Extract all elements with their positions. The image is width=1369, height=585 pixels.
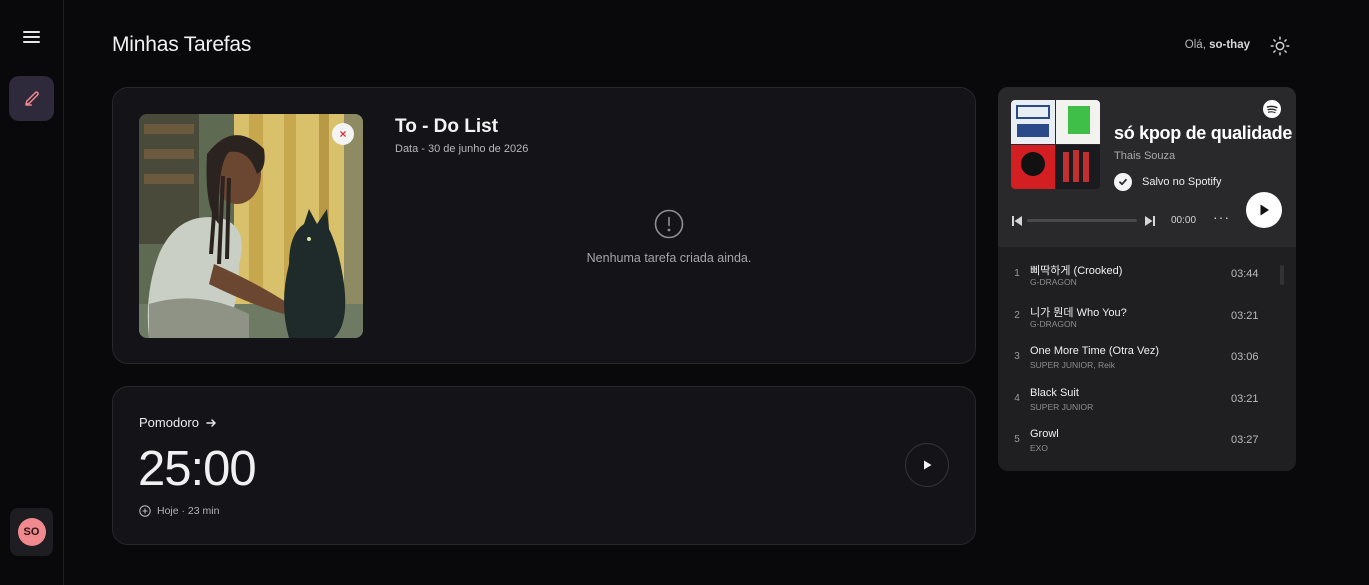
pomodoro-card: Pomodoro 25:00 Hoje · 23 min (112, 386, 976, 545)
track-number: 1 (1014, 268, 1020, 279)
track-artist: G-DRAGON (1030, 318, 1077, 329)
track-row[interactable]: 5 Growl EXO 03:27 (998, 423, 1288, 465)
track-name: 삐딱하게 (Crooked) (1030, 265, 1123, 277)
avatar: SO (17, 518, 46, 546)
spotify-play-button[interactable] (1246, 192, 1282, 228)
empty-state-message: Nenhuma tarefa criada ainda. (586, 251, 752, 265)
sun-icon (1270, 36, 1290, 56)
playlist-cover[interactable] (1011, 100, 1100, 189)
profile-button[interactable]: SO (10, 508, 53, 556)
track-artist: SUPER JUNIOR (1030, 401, 1094, 412)
saved-in-spotify-button[interactable]: Salvo no Spotify (1114, 173, 1222, 191)
track-number: 2 (1014, 309, 1020, 321)
page-title: Minhas Tarefas (112, 33, 252, 56)
todo-date: Data - 30 de junho de 2026 (395, 143, 529, 155)
track-row[interactable]: 1 삐딱하게 (Crooked) G-DRAGON 03:44 (998, 257, 1288, 299)
track-name: Black Suit (1030, 386, 1079, 399)
todo-card: × To - Do List Data - 30 de junho de 202… (112, 87, 976, 364)
theme-toggle-button[interactable] (1269, 35, 1291, 57)
current-time: 00:00 (1171, 215, 1197, 226)
playlist-title[interactable]: só kpop de qualidade (1114, 123, 1296, 144)
play-icon (1260, 204, 1269, 216)
track-name: Growl (1030, 428, 1059, 440)
track-artist: EXO (1030, 443, 1048, 453)
track-number: 5 (1014, 434, 1020, 445)
track-list: 1 삐딱하게 (Crooked) G-DRAGON 03:44 2 니가 뭔데 … (998, 257, 1288, 465)
play-icon (924, 460, 932, 470)
track-duration: 03:21 (1231, 392, 1259, 405)
track-artist: G-DRAGON (1030, 277, 1077, 287)
track-row[interactable]: 4 Black Suit SUPER JUNIOR 03:21 (998, 382, 1288, 424)
previous-track-icon[interactable] (1010, 214, 1024, 228)
track-duration: 03:06 (1231, 351, 1259, 363)
track-number: 4 (1014, 392, 1020, 404)
pomodoro-meta-text: Hoje · 23 min (157, 505, 220, 517)
progress-bar[interactable] (1027, 219, 1137, 222)
spotify-logo-icon[interactable] (1263, 100, 1281, 118)
tracklist-scrollbar[interactable] (1280, 265, 1284, 285)
pomodoro-play-button[interactable] (905, 443, 949, 487)
pomodoro-label: Pomodoro (139, 415, 199, 430)
track-artist: SUPER JUNIOR, Reik (1030, 360, 1116, 370)
username: so-thay (1209, 39, 1250, 51)
todo-illustration (139, 114, 363, 338)
track-duration: 03:27 (1231, 434, 1259, 446)
spotify-header: só kpop de qualidade Thais Souza Salvo n… (998, 87, 1296, 247)
sidebar: SO (0, 0, 64, 585)
pomodoro-timer: 25:00 (138, 442, 257, 496)
greeting: Olá, so-thay (1130, 39, 1250, 51)
remove-image-button[interactable]: × (332, 123, 354, 145)
alert-circle-icon (654, 209, 684, 239)
track-row[interactable]: 3 One More Time (Otra Vez) SUPER JUNIOR,… (998, 340, 1288, 382)
track-number: 3 (1014, 351, 1020, 362)
track-row[interactable]: 2 니가 뭔데 Who You? G-DRAGON 03:21 (998, 299, 1288, 341)
pencil-icon (24, 90, 39, 106)
pomodoro-link[interactable]: Pomodoro (139, 415, 217, 430)
track-duration: 03:44 (1231, 268, 1259, 280)
track-name: One More Time (Otra Vez) (1030, 345, 1159, 357)
more-options-button[interactable]: ··· (1213, 209, 1230, 225)
playlist-owner[interactable]: Thais Souza (1114, 150, 1175, 162)
todo-title: To - Do List (395, 116, 499, 137)
saved-label: Salvo no Spotify (1142, 176, 1222, 188)
track-name: 니가 뭔데 Who You? (1030, 306, 1127, 319)
greeting-prefix: Olá, (1184, 39, 1210, 51)
track-duration: 03:21 (1231, 309, 1259, 322)
spotify-player: só kpop de qualidade Thais Souza Salvo n… (998, 87, 1296, 471)
pomodoro-meta: Hoje · 23 min (139, 505, 219, 517)
plus-circle-icon (139, 505, 151, 517)
next-track-icon[interactable] (1143, 214, 1157, 228)
arrow-right-icon (206, 418, 216, 427)
menu-icon[interactable] (18, 25, 46, 49)
check-icon (1114, 173, 1132, 191)
nav-tasks-button[interactable] (9, 76, 54, 121)
